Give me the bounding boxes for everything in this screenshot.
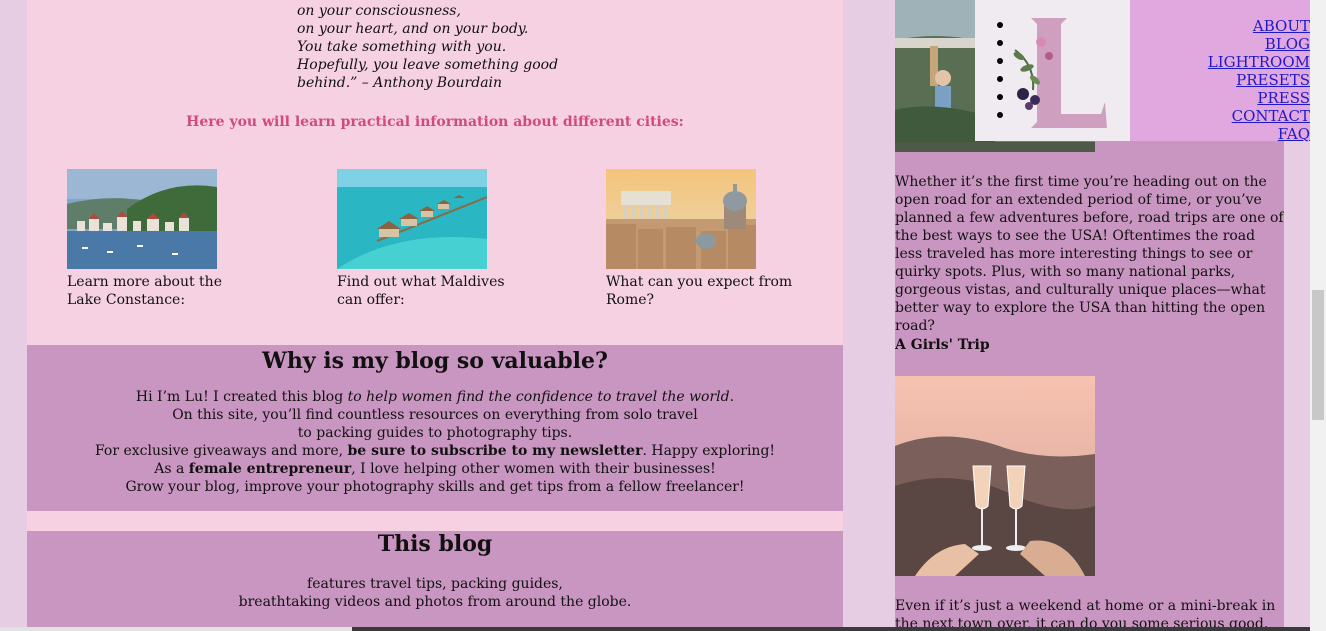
why-valuable-section: Why is my blog so valuable? Hi I’m Lu! I… bbox=[27, 345, 843, 511]
why-line-text: As a bbox=[154, 461, 189, 477]
scrollbar-thumb[interactable] bbox=[1312, 290, 1324, 420]
nav-link-about[interactable]: ABOUT bbox=[1130, 17, 1310, 35]
rome-photo[interactable] bbox=[606, 169, 756, 269]
girls-trip-photo[interactable] bbox=[895, 376, 1095, 576]
this-blog-body: features travel tips, packing guides, br… bbox=[27, 575, 843, 611]
girls-trip-text: Even if it’s just a weekend at home or a… bbox=[895, 598, 1276, 631]
quote-line: on your consciousness, bbox=[297, 3, 461, 19]
nav-link-blog[interactable]: BLOG bbox=[1130, 35, 1310, 53]
city-caption: Learn more about the Lake Constance: bbox=[67, 274, 222, 308]
this-blog-line: breathtaking videos and photos from arou… bbox=[238, 594, 632, 610]
why-line: to packing guides to photography tips. bbox=[297, 425, 573, 441]
why-valuable-body: Hi I’m Lu! I created this blog to help w… bbox=[27, 388, 843, 496]
why-line: Hi I’m Lu! I created this blog to help w… bbox=[27, 388, 843, 406]
why-line: For exclusive giveaways and more, be sur… bbox=[27, 442, 843, 460]
this-blog-section: This blog features travel tips, packing … bbox=[27, 531, 843, 631]
why-line-text: , I love helping other women with their … bbox=[351, 461, 716, 477]
why-line: Grow your blog, improve your photography… bbox=[125, 479, 745, 495]
city-caption: Find out what Maldives can offer: bbox=[337, 274, 505, 308]
city-caption: What can you expect from Rome? bbox=[606, 274, 793, 308]
cities-heading: Here you will learn practical informatio… bbox=[186, 114, 684, 130]
this-blog-title: This blog bbox=[377, 531, 493, 557]
newsletter-emphasis: be sure to subscribe to my newsletter bbox=[347, 443, 643, 459]
quote-line: Hopefully, you leave something good bbox=[297, 57, 559, 73]
city-card-rome[interactable]: What can you expect from Rome? bbox=[606, 169, 806, 309]
why-valuable-title: Why is my blog so valuable? bbox=[262, 348, 608, 374]
why-line: As a female entrepreneur, I love helping… bbox=[27, 460, 843, 478]
horizontal-scrollbar-thumb[interactable] bbox=[352, 627, 1310, 631]
quote-line: on your heart, and on your body. bbox=[297, 21, 529, 37]
lake-constance-photo[interactable] bbox=[67, 169, 217, 269]
nav-link-press[interactable]: PRESS bbox=[1130, 89, 1310, 107]
main-content: on your consciousness, on your heart, an… bbox=[27, 0, 843, 631]
this-blog-line: features travel tips, packing guides, bbox=[307, 576, 563, 592]
quote-line: behind.” – Anthony Bourdain bbox=[297, 75, 503, 91]
logo-nav-box bbox=[975, 0, 1130, 141]
letter-l-logo[interactable] bbox=[1005, 10, 1110, 132]
why-line-emphasis: to help women find the confidence to tra… bbox=[347, 389, 730, 405]
nav-link-lightroom-presets[interactable]: LIGHTROOM PRESETS bbox=[1130, 53, 1310, 89]
city-card-lake-constance[interactable]: Learn more about the Lake Constance: bbox=[67, 169, 267, 309]
quote-line: You take something with you. bbox=[297, 39, 507, 55]
city-card-maldives[interactable]: Find out what Maldives can offer: bbox=[337, 169, 537, 309]
why-line-text: Hi I’m Lu! I created this blog bbox=[135, 389, 348, 405]
why-line-text: . Happy exploring! bbox=[642, 443, 776, 459]
main-navigation: ABOUT BLOG LIGHTROOM PRESETS PRESS CONTA… bbox=[1130, 0, 1310, 143]
entrepreneur-emphasis: female entrepreneur bbox=[188, 461, 352, 477]
girls-trip-heading: A Girls' Trip bbox=[895, 337, 990, 353]
why-line: On this site, you’ll find countless reso… bbox=[172, 407, 698, 423]
nav-link-faq[interactable]: FAQ bbox=[1130, 125, 1310, 143]
why-line-text: For exclusive giveaways and more, bbox=[94, 443, 348, 459]
maldives-photo[interactable] bbox=[337, 169, 487, 269]
road-trip-intro: Whether it’s the first time you’re headi… bbox=[895, 174, 1284, 334]
why-line-text: . bbox=[729, 389, 735, 405]
nav-link-contact[interactable]: CONTACT bbox=[1130, 107, 1310, 125]
horizontal-scrollbar[interactable] bbox=[0, 627, 1310, 631]
vertical-scrollbar[interactable] bbox=[1310, 0, 1326, 631]
bourdain-quote: on your consciousness, on your heart, an… bbox=[297, 0, 597, 92]
